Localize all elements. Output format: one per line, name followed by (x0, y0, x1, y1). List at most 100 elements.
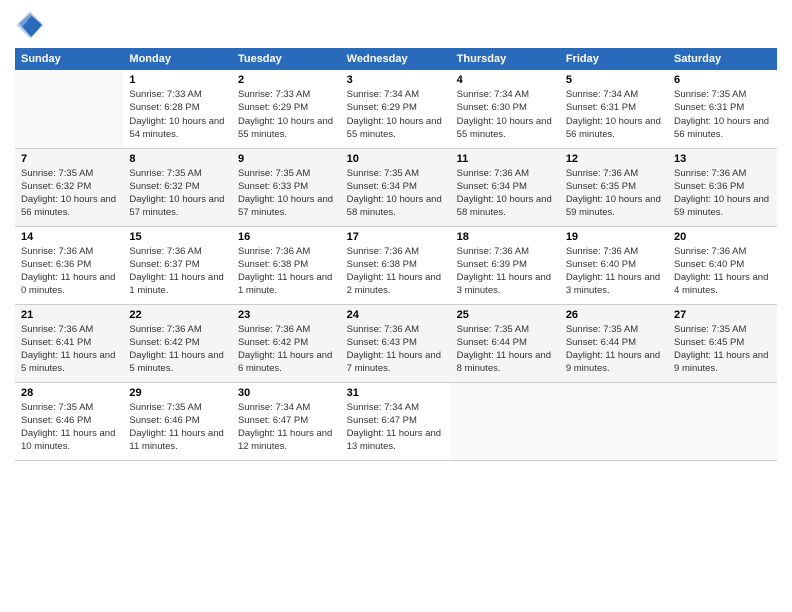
col-header-monday: Monday (123, 48, 232, 70)
day-info: Sunrise: 7:35 AMSunset: 6:46 PMDaylight:… (129, 401, 226, 454)
day-cell: 11 Sunrise: 7:36 AMSunset: 6:34 PMDayligh… (451, 148, 560, 226)
day-info: Sunrise: 7:36 AMSunset: 6:42 PMDaylight:… (129, 323, 226, 376)
day-cell: 12 Sunrise: 7:36 AMSunset: 6:35 PMDayligh… (560, 148, 668, 226)
day-number: 15 (129, 231, 226, 243)
col-header-tuesday: Tuesday (232, 48, 341, 70)
col-header-thursday: Thursday (451, 48, 560, 70)
day-cell: 28 Sunrise: 7:35 AMSunset: 6:46 PMDayligh… (15, 382, 123, 460)
day-info: Sunrise: 7:36 AMSunset: 6:36 PMDaylight:… (21, 245, 117, 298)
week-row-3: 14 Sunrise: 7:36 AMSunset: 6:36 PMDayligh… (15, 226, 777, 304)
day-cell: 30 Sunrise: 7:34 AMSunset: 6:47 PMDayligh… (232, 382, 341, 460)
day-info: Sunrise: 7:36 AMSunset: 6:34 PMDaylight:… (457, 167, 554, 220)
day-number: 6 (674, 74, 771, 86)
day-cell (15, 70, 123, 148)
day-cell: 17Sunrise: 7:36 AMSunset: 6:38 PMDayligh… (341, 226, 451, 304)
day-number: 14 (21, 231, 117, 243)
week-row-1: 1Sunrise: 7:33 AMSunset: 6:28 PMDaylight… (15, 70, 777, 148)
day-info: Sunrise: 7:35 AMSunset: 6:46 PMDaylight:… (21, 401, 117, 454)
day-info: Sunrise: 7:35 AMSunset: 6:45 PMDaylight:… (674, 323, 771, 376)
day-cell: 5Sunrise: 7:34 AMSunset: 6:31 PMDaylight… (560, 70, 668, 148)
day-cell: 14 Sunrise: 7:36 AMSunset: 6:36 PMDayligh… (15, 226, 123, 304)
day-info: Sunrise: 7:36 AMSunset: 6:37 PMDaylight:… (129, 245, 226, 298)
day-number: 28 (21, 387, 117, 399)
day-info: Sunrise: 7:34 AMSunset: 6:31 PMDaylight:… (566, 88, 662, 141)
day-cell: 20 Sunrise: 7:36 AMSunset: 6:40 PMDayligh… (668, 226, 777, 304)
day-number: 9 (238, 153, 335, 165)
header-row: SundayMondayTuesdayWednesdayThursdayFrid… (15, 48, 777, 70)
logo-icon (15, 10, 45, 40)
day-number: 22 (129, 309, 226, 321)
day-number: 25 (457, 309, 554, 321)
day-info: Sunrise: 7:33 AMSunset: 6:29 PMDaylight:… (238, 88, 335, 141)
logo (15, 10, 49, 40)
day-number: 12 (566, 153, 662, 165)
day-number: 19 (566, 231, 662, 243)
day-number: 31 (347, 387, 445, 399)
day-cell: 22 Sunrise: 7:36 AMSunset: 6:42 PMDayligh… (123, 304, 232, 382)
day-cell: 10 Sunrise: 7:35 AMSunset: 6:34 PMDayligh… (341, 148, 451, 226)
day-number: 30 (238, 387, 335, 399)
day-info: Sunrise: 7:36 AMSunset: 6:40 PMDaylight:… (566, 245, 662, 298)
day-number: 2 (238, 74, 335, 86)
day-info: Sunrise: 7:35 AMSunset: 6:32 PMDaylight:… (129, 167, 226, 220)
day-info: Sunrise: 7:36 AMSunset: 6:35 PMDaylight:… (566, 167, 662, 220)
day-cell (560, 382, 668, 460)
day-cell: 13 Sunrise: 7:36 AMSunset: 6:36 PMDayligh… (668, 148, 777, 226)
day-cell: 15 Sunrise: 7:36 AMSunset: 6:37 PMDayligh… (123, 226, 232, 304)
day-info: Sunrise: 7:34 AMSunset: 6:47 PMDaylight:… (347, 401, 445, 454)
week-row-5: 28 Sunrise: 7:35 AMSunset: 6:46 PMDayligh… (15, 382, 777, 460)
day-number: 20 (674, 231, 771, 243)
day-number: 8 (129, 153, 226, 165)
day-cell: 16Sunrise: 7:36 AMSunset: 6:38 PMDayligh… (232, 226, 341, 304)
day-info: Sunrise: 7:36 AMSunset: 6:41 PMDaylight:… (21, 323, 117, 376)
day-number: 18 (457, 231, 554, 243)
day-info: Sunrise: 7:34 AMSunset: 6:47 PMDaylight:… (238, 401, 335, 454)
day-info: Sunrise: 7:36 AMSunset: 6:42 PMDaylight:… (238, 323, 335, 376)
day-cell: 2 Sunrise: 7:33 AMSunset: 6:29 PMDaylight… (232, 70, 341, 148)
day-number: 4 (457, 74, 554, 86)
day-info: Sunrise: 7:35 AMSunset: 6:44 PMDaylight:… (457, 323, 554, 376)
day-cell: 9 Sunrise: 7:35 AMSunset: 6:33 PMDaylight… (232, 148, 341, 226)
day-info: Sunrise: 7:36 AMSunset: 6:38 PMDaylight:… (238, 245, 335, 298)
page-header (15, 10, 777, 40)
col-header-friday: Friday (560, 48, 668, 70)
day-info: Sunrise: 7:35 AMSunset: 6:34 PMDaylight:… (347, 167, 445, 220)
day-cell: 1Sunrise: 7:33 AMSunset: 6:28 PMDaylight… (123, 70, 232, 148)
day-number: 24 (347, 309, 445, 321)
day-info: Sunrise: 7:36 AMSunset: 6:38 PMDaylight:… (347, 245, 445, 298)
day-number: 27 (674, 309, 771, 321)
day-info: Sunrise: 7:35 AMSunset: 6:44 PMDaylight:… (566, 323, 662, 376)
col-header-wednesday: Wednesday (341, 48, 451, 70)
day-cell (668, 382, 777, 460)
day-cell: 8 Sunrise: 7:35 AMSunset: 6:32 PMDaylight… (123, 148, 232, 226)
day-cell: 18Sunrise: 7:36 AMSunset: 6:39 PMDayligh… (451, 226, 560, 304)
day-info: Sunrise: 7:35 AMSunset: 6:33 PMDaylight:… (238, 167, 335, 220)
day-cell: 31 Sunrise: 7:34 AMSunset: 6:47 PMDayligh… (341, 382, 451, 460)
calendar-table: SundayMondayTuesdayWednesdayThursdayFrid… (15, 48, 777, 461)
day-cell: 27 Sunrise: 7:35 AMSunset: 6:45 PMDayligh… (668, 304, 777, 382)
day-info: Sunrise: 7:34 AMSunset: 6:29 PMDaylight:… (347, 88, 445, 141)
week-row-4: 21 Sunrise: 7:36 AMSunset: 6:41 PMDayligh… (15, 304, 777, 382)
day-number: 23 (238, 309, 335, 321)
day-cell: 4 Sunrise: 7:34 AMSunset: 6:30 PMDaylight… (451, 70, 560, 148)
day-number: 3 (347, 74, 445, 86)
day-info: Sunrise: 7:36 AMSunset: 6:43 PMDaylight:… (347, 323, 445, 376)
day-info: Sunrise: 7:36 AMSunset: 6:40 PMDaylight:… (674, 245, 771, 298)
day-cell: 29Sunrise: 7:35 AMSunset: 6:46 PMDayligh… (123, 382, 232, 460)
day-number: 11 (457, 153, 554, 165)
col-header-sunday: Sunday (15, 48, 123, 70)
day-number: 10 (347, 153, 445, 165)
day-cell: 21 Sunrise: 7:36 AMSunset: 6:41 PMDayligh… (15, 304, 123, 382)
day-number: 26 (566, 309, 662, 321)
page-container: SundayMondayTuesdayWednesdayThursdayFrid… (0, 0, 792, 471)
day-cell: 23 Sunrise: 7:36 AMSunset: 6:42 PMDayligh… (232, 304, 341, 382)
day-info: Sunrise: 7:35 AMSunset: 6:32 PMDaylight:… (21, 167, 117, 220)
day-cell (451, 382, 560, 460)
day-cell: 19 Sunrise: 7:36 AMSunset: 6:40 PMDayligh… (560, 226, 668, 304)
day-number: 13 (674, 153, 771, 165)
day-cell: 3 Sunrise: 7:34 AMSunset: 6:29 PMDaylight… (341, 70, 451, 148)
day-number: 21 (21, 309, 117, 321)
day-info: Sunrise: 7:34 AMSunset: 6:30 PMDaylight:… (457, 88, 554, 141)
day-info: Sunrise: 7:36 AMSunset: 6:36 PMDaylight:… (674, 167, 771, 220)
day-info: Sunrise: 7:33 AMSunset: 6:28 PMDaylight:… (129, 88, 226, 141)
